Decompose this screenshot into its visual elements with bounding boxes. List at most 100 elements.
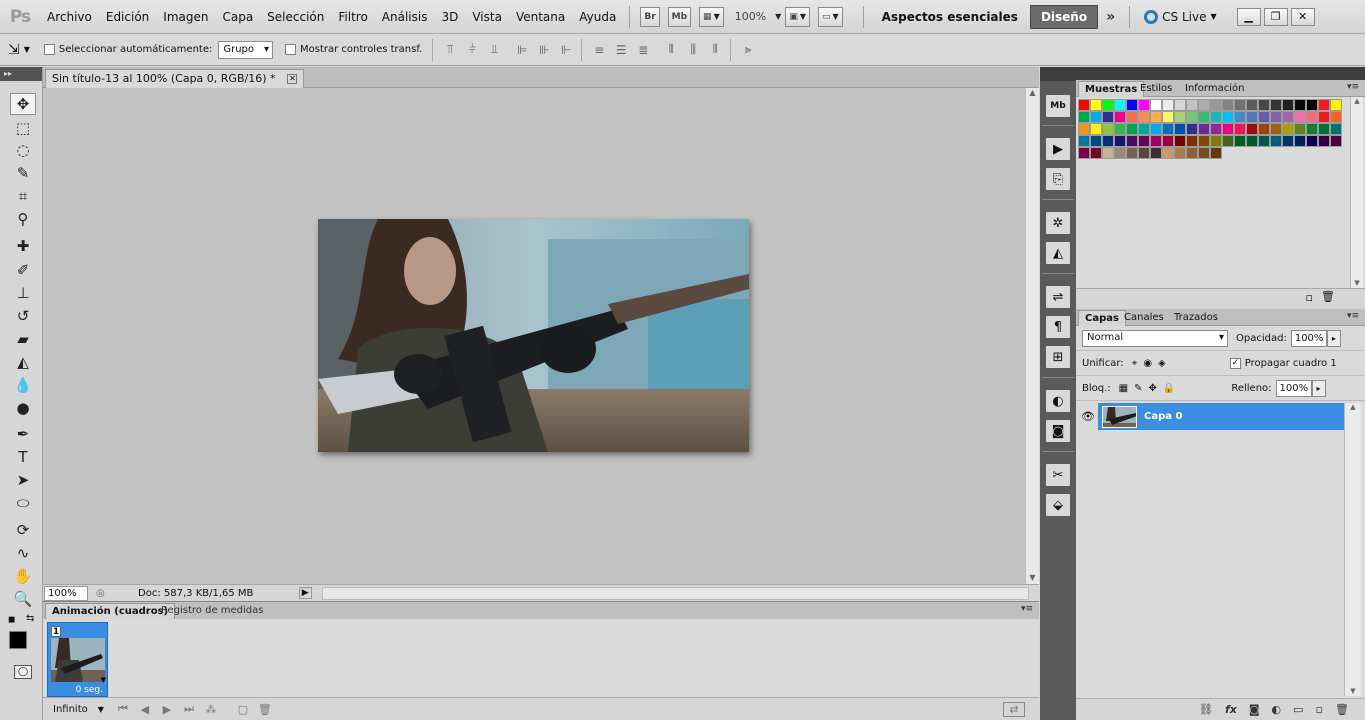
clone-source-icon[interactable]: ⬙ (1046, 494, 1070, 516)
swatch[interactable] (1294, 111, 1306, 123)
swatch[interactable] (1126, 135, 1138, 147)
marquee-tool-icon[interactable]: ⬚ (10, 117, 36, 139)
distribute-right-icon[interactable]: ⦀ (706, 42, 724, 58)
swatch[interactable] (1210, 147, 1222, 159)
swatch[interactable] (1258, 135, 1270, 147)
swatch[interactable] (1126, 123, 1138, 135)
vertical-scrollbar[interactable]: ▲ ▼ (1025, 88, 1039, 584)
swatch[interactable] (1270, 99, 1282, 111)
swatch[interactable] (1282, 111, 1294, 123)
swatch[interactable] (1090, 111, 1102, 123)
swap-colors-icon[interactable]: ⇆ (26, 613, 34, 624)
dock-collapse-handle[interactable] (1040, 67, 1076, 81)
lock-position-icon[interactable]: ✥ (1149, 383, 1157, 394)
new-swatch-icon[interactable]: ▫ (1306, 291, 1313, 304)
swatch[interactable] (1198, 135, 1210, 147)
swatch[interactable] (1102, 99, 1114, 111)
swatch[interactable] (1318, 135, 1330, 147)
menu-seleccion[interactable]: Selección (260, 10, 331, 24)
swatch[interactable] (1294, 123, 1306, 135)
menu-archivo[interactable]: Archivo (40, 10, 99, 24)
delete-swatch-icon[interactable]: 🗑 (1321, 290, 1335, 303)
frame-delay[interactable]: 0 seg. (76, 685, 103, 695)
distribute-left-icon[interactable]: ⦀ (662, 42, 680, 58)
minimize-button[interactable]: ▁ (1236, 7, 1261, 26)
swatch[interactable] (1246, 135, 1258, 147)
play-icon[interactable]: ▶ (156, 703, 178, 716)
cs-live-button[interactable]: CS Live ▼ (1136, 9, 1224, 24)
swatch[interactable] (1318, 99, 1330, 111)
tool-presets-icon[interactable]: ⊞ (1046, 346, 1070, 368)
pen-tool-icon[interactable]: ✒ (10, 423, 36, 445)
swatch[interactable] (1150, 99, 1162, 111)
tween-icon[interactable]: ⁂ (200, 703, 222, 716)
fill-field[interactable]: 100% (1275, 379, 1312, 397)
swatch[interactable] (1234, 123, 1246, 135)
animation-frame[interactable]: 1 0 seg. ▼ (47, 622, 108, 697)
collapse-handle[interactable]: ▸▸ (0, 67, 42, 81)
layer-style-icon[interactable]: fx (1225, 703, 1237, 716)
quick-selection-tool-icon[interactable]: ✎ (10, 162, 36, 184)
blur-tool-icon[interactable]: 💧 (10, 374, 36, 396)
menu-vista[interactable]: Vista (465, 10, 509, 24)
panel-menu-icon[interactable]: ▾≡ (1021, 604, 1033, 614)
swatch[interactable] (1234, 99, 1246, 111)
show-transform-checkbox[interactable] (285, 44, 297, 55)
extras-button[interactable]: ▦ ▼ (699, 6, 724, 27)
swatch[interactable] (1282, 135, 1294, 147)
align-right-icon[interactable]: ⊩ (557, 42, 575, 58)
swatch[interactable] (1090, 147, 1102, 159)
swatches-scrollbar[interactable]: ▲ ▼ (1350, 97, 1363, 288)
foreground-color[interactable] (9, 631, 27, 649)
swatch[interactable] (1174, 99, 1186, 111)
chevron-down-icon[interactable]: ▼ (775, 12, 781, 21)
auto-select-checkbox[interactable] (43, 44, 55, 55)
swatch[interactable] (1138, 111, 1150, 123)
navigator-icon[interactable]: ✲ (1046, 212, 1070, 234)
crop-tool-icon[interactable]: ⌗ (10, 185, 36, 207)
chevron-down-icon[interactable]: ▼ (98, 705, 104, 714)
3d-rotate-tool-icon[interactable]: ⟳ (10, 519, 36, 541)
swatch[interactable] (1258, 99, 1270, 111)
distribute-hcenter-icon[interactable]: ⫼ (684, 42, 702, 58)
fill-slider-arrow[interactable]: ▸ (1311, 379, 1326, 397)
type-tool-icon[interactable]: T (10, 446, 36, 468)
swatch[interactable] (1306, 111, 1318, 123)
unify-style-icon[interactable]: ◈ (1158, 358, 1166, 369)
panel-menu-icon[interactable]: ▾≡ (1347, 311, 1359, 321)
lock-pixels-icon[interactable]: ✎ (1134, 383, 1142, 394)
next-frame-icon[interactable]: ⏭ (178, 702, 200, 716)
swatch[interactable] (1090, 135, 1102, 147)
swatch[interactable] (1126, 147, 1138, 159)
tab-styles[interactable]: Estilos (1134, 81, 1178, 98)
lasso-tool-icon[interactable]: ◌ (10, 139, 36, 161)
menu-ayuda[interactable]: Ayuda (572, 10, 623, 24)
tab-measurement-log[interactable]: Registro de medidas (155, 603, 269, 620)
swatch[interactable] (1138, 99, 1150, 111)
tab-info[interactable]: Información (1179, 81, 1250, 98)
lock-transparent-icon[interactable]: ▦ (1119, 383, 1128, 394)
swatch[interactable] (1162, 135, 1174, 147)
auto-align-icon[interactable]: ⫸ (739, 42, 757, 58)
menu-analisis[interactable]: Análisis (375, 10, 435, 24)
swatch[interactable] (1174, 147, 1186, 159)
default-colors-icon[interactable]: ◼ (8, 615, 15, 625)
swatch[interactable] (1078, 111, 1090, 123)
opacity-field[interactable]: 100% (1290, 329, 1327, 347)
3d-orbit-tool-icon[interactable]: ∿ (10, 542, 36, 564)
swatch[interactable] (1102, 135, 1114, 147)
swatch[interactable] (1150, 111, 1162, 123)
character-icon[interactable]: ⇌ (1046, 286, 1070, 308)
swatch[interactable] (1330, 135, 1342, 147)
hand-tool-icon[interactable]: ✋ (10, 565, 36, 587)
eraser-tool-icon[interactable]: ▰ (10, 328, 36, 350)
tab-paths[interactable]: Trazados (1168, 310, 1224, 327)
distribute-vcenter-icon[interactable]: ☰ (612, 42, 630, 58)
swatch[interactable] (1126, 99, 1138, 111)
swatch[interactable] (1270, 111, 1282, 123)
adjustment-layer-icon[interactable]: ◐ (1272, 703, 1282, 716)
tab-channels[interactable]: Canales (1118, 310, 1170, 327)
first-frame-icon[interactable]: ⏮ (112, 702, 134, 716)
chevron-down-icon[interactable]: ▼ (101, 676, 106, 684)
align-left-icon[interactable]: ⊫ (513, 42, 531, 58)
